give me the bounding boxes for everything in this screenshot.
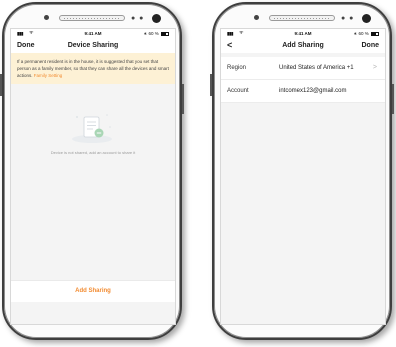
account-label: Account <box>227 88 249 94</box>
page-title: Add Sharing <box>282 42 324 49</box>
page-title: Device Sharing <box>67 42 119 49</box>
side-button <box>210 74 212 96</box>
front-sensor-icon <box>254 15 259 20</box>
region-row[interactable]: Region United States of America +1 > <box>221 57 385 80</box>
bluetooth-icon: ∗ <box>353 31 358 36</box>
front-camera-icon <box>362 14 371 23</box>
speaker-grille <box>269 15 335 21</box>
chevron-right-icon: > <box>372 64 377 71</box>
battery-text: 60 % <box>148 31 159 36</box>
phone-frame-left: ● ● ▮▮▮ ᯤ 9:41 AM ∗ 60 % Done Device Sha… <box>0 2 184 340</box>
account-field[interactable]: intcomex123@gmail.com <box>279 88 346 94</box>
nav-bar: Done Device Sharing <box>11 38 175 53</box>
region-label: Region <box>227 65 247 71</box>
region-value: United States of America +1 <box>279 65 354 71</box>
phone-frame-right: ● ● ▮▮▮ ᯤ 9:41 AM ∗ 60 % < Add Sharing D… <box>210 2 394 340</box>
front-camera-icon <box>152 14 161 23</box>
status-right: ∗ 60 % <box>143 31 169 37</box>
side-button <box>182 84 184 114</box>
bluetooth-icon: ∗ <box>143 31 148 36</box>
battery-text: 60 % <box>358 31 369 36</box>
account-row[interactable]: Account intcomex123@gmail.com <box>221 80 385 103</box>
screen-add-sharing: ▮▮▮ ᯤ 9:41 AM ∗ 60 % < Add Sharing Done … <box>220 28 386 325</box>
status-bar: ▮▮▮ ᯤ 9:41 AM ∗ 60 % <box>221 29 385 38</box>
speaker-grille <box>59 15 125 21</box>
sensor-dots-icon: ● ● <box>341 15 355 22</box>
family-notice-banner: If a permanent resident is in the house,… <box>11 53 175 84</box>
side-button <box>392 84 394 114</box>
bottom-area <box>11 302 175 324</box>
nav-bar: < Add Sharing Done <box>221 38 385 53</box>
done-button[interactable]: Done <box>362 42 380 49</box>
battery-icon <box>371 31 379 36</box>
battery-icon <box>161 31 169 36</box>
status-right: ∗ 60 % <box>353 31 379 37</box>
front-sensor-icon <box>44 15 49 20</box>
sensor-dots-icon: ● ● <box>131 15 145 22</box>
status-bar: ▮▮▮ ᯤ 9:41 AM ∗ 60 % <box>11 29 175 38</box>
document-illustration-icon <box>72 114 112 143</box>
side-button <box>0 74 2 96</box>
screen-device-sharing: ▮▮▮ ᯤ 9:41 AM ∗ 60 % Done Device Sharing… <box>10 28 176 325</box>
add-sharing-button[interactable]: Add Sharing <box>11 280 175 302</box>
empty-state: Device is not shared, add an account to … <box>11 84 175 254</box>
empty-state-text: Device is not shared, add an account to … <box>50 150 136 155</box>
family-setting-link[interactable]: Family Setting <box>34 73 63 78</box>
